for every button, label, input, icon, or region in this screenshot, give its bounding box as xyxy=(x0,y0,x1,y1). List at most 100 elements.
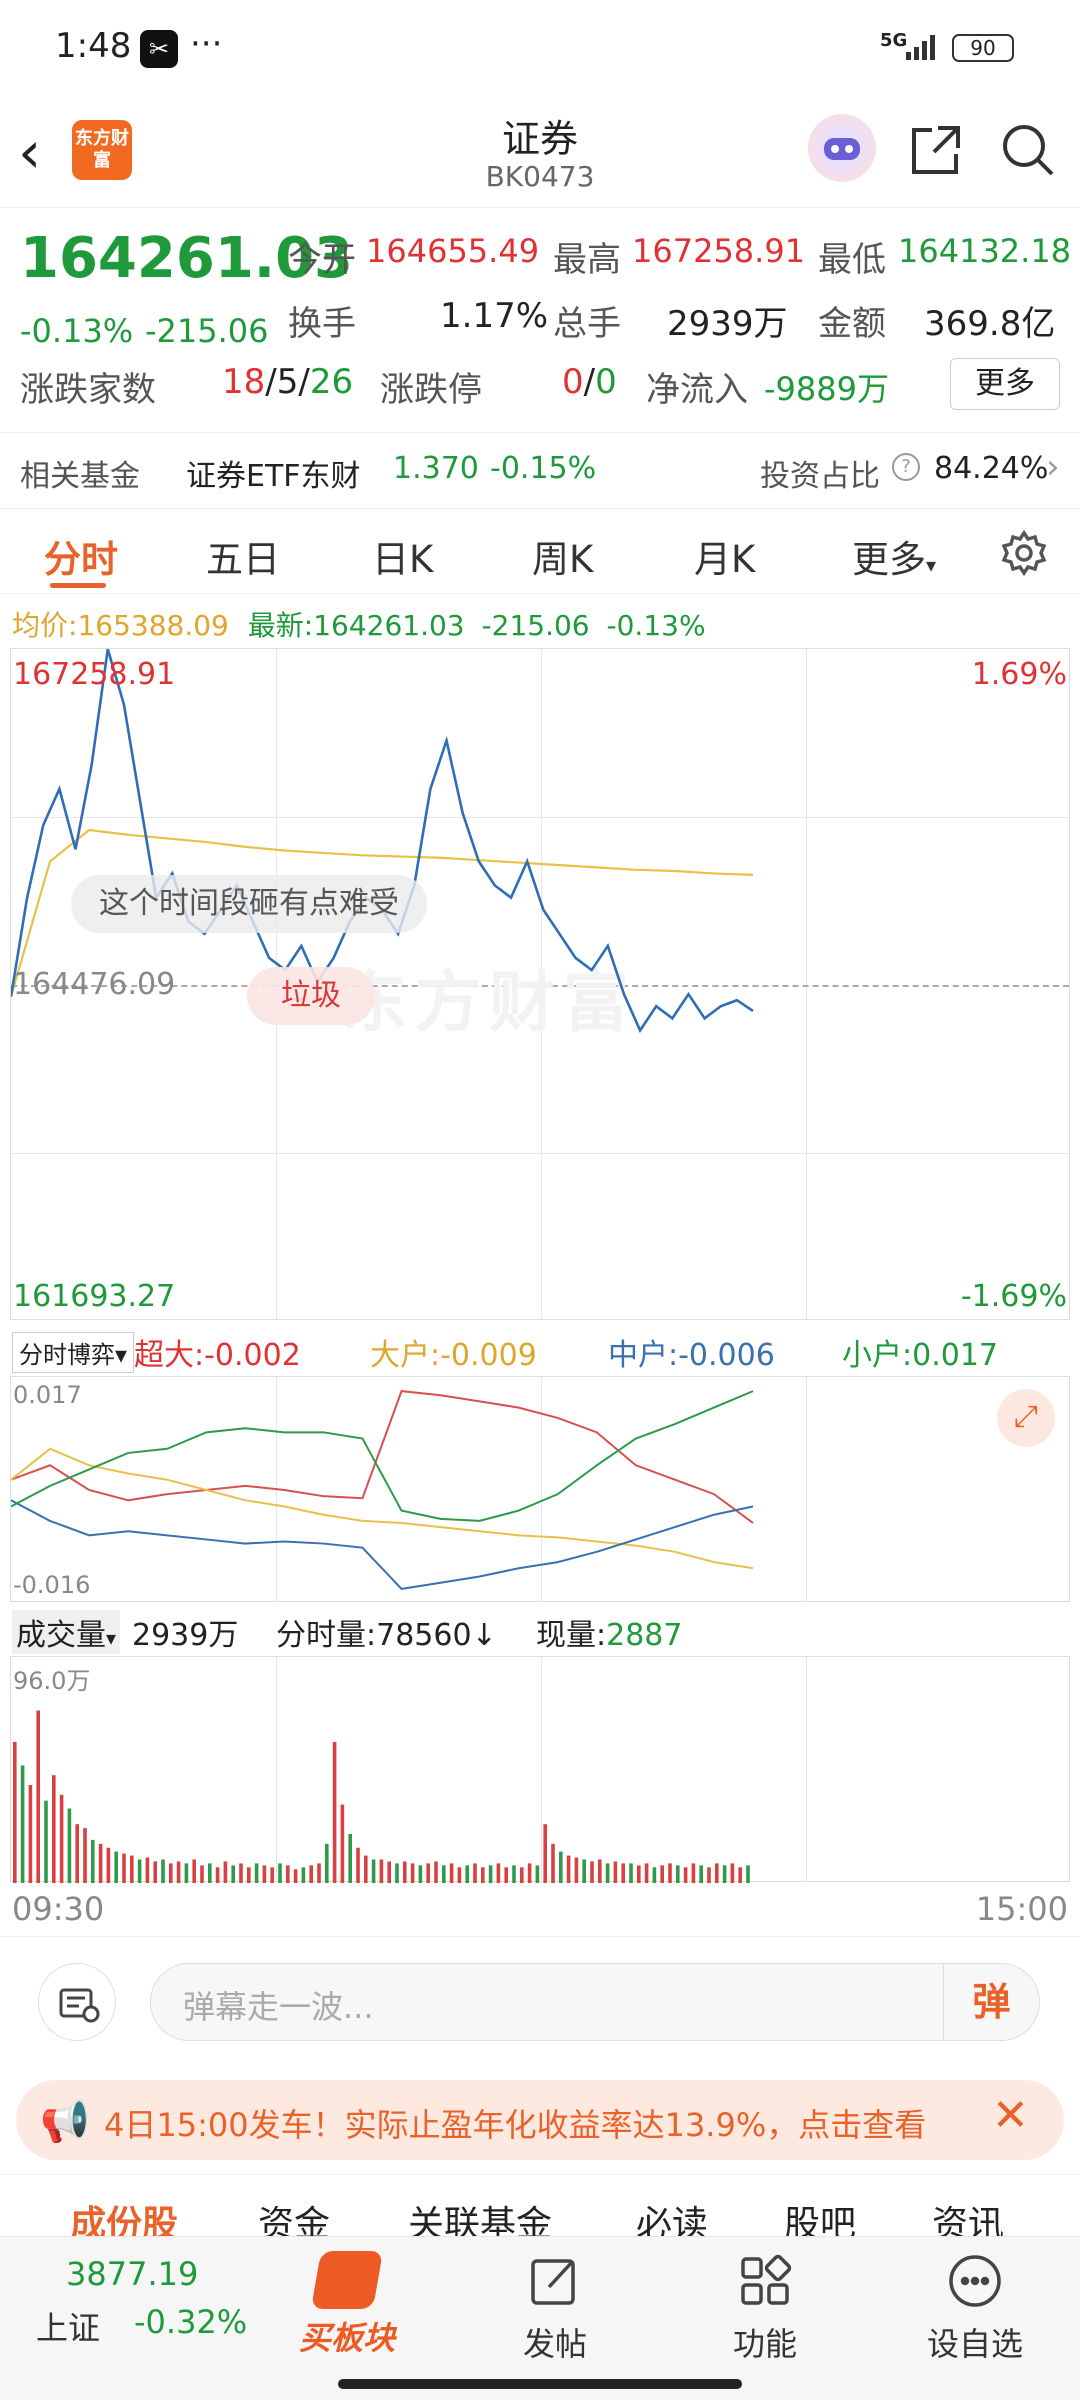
status-bar: 1:48 ✂ ··· 5G 90 xyxy=(0,0,1080,98)
volume-bar xyxy=(660,1865,664,1883)
volume-bar xyxy=(559,1851,563,1883)
fund-price: 1.370 xyxy=(393,451,479,486)
y-min-label: 161693.27 xyxy=(13,1279,176,1314)
volume-bar xyxy=(137,1859,142,1883)
volume-bar xyxy=(301,1867,306,1883)
volume-chart: 96.0万 xyxy=(10,1656,1070,1883)
volume-label: 总手 xyxy=(553,304,621,344)
danmu-settings-icon[interactable] xyxy=(38,1963,116,2041)
volume-bars-svg xyxy=(13,1710,750,1883)
intraday-chart[interactable]: 东方财富 167258.91 164476.09 161693.27 1.69%… xyxy=(10,648,1070,1320)
y-mid-label: 164476.09 xyxy=(13,967,176,1002)
grid-icon xyxy=(741,2254,792,2305)
open-value: 164655.49 xyxy=(366,232,540,270)
help-icon[interactable]: ? xyxy=(892,453,920,481)
add-watchlist-button[interactable]: 设自选 xyxy=(900,2251,1050,2365)
flow-selector[interactable]: 分时博弈▾ xyxy=(12,1332,135,1373)
mid-line xyxy=(11,1499,754,1590)
status-time: 1:48 xyxy=(55,26,132,66)
volume-bar xyxy=(192,1859,196,1883)
volume-bar xyxy=(676,1865,680,1883)
limit-label: 涨跌停 xyxy=(380,370,482,410)
flow-chart[interactable]: 0.017 -0.016 ⤢ xyxy=(10,1376,1070,1602)
post-button[interactable]: 发帖 xyxy=(480,2251,630,2365)
volume-bar xyxy=(208,1863,212,1883)
chart-info-line: 均价:165388.09 最新:164261.03 -215.06 -0.13% xyxy=(12,609,706,642)
fund-change: -0.15% xyxy=(490,451,597,486)
volume-bar xyxy=(449,1863,454,1883)
volume-bar xyxy=(535,1865,540,1883)
share-icon[interactable] xyxy=(906,120,966,184)
time-start: 09:30 xyxy=(12,1890,105,1928)
volume-bar xyxy=(418,1865,423,1883)
send-danmu-button[interactable]: 弹 xyxy=(943,1964,1039,2040)
volume-bar xyxy=(83,1828,87,1883)
low-label: 最低 xyxy=(818,240,886,280)
nav-bar: ‹ 东方财富 证券 BK0473 xyxy=(0,98,1080,208)
volume-bar xyxy=(707,1867,711,1883)
limit-values: 0/0 xyxy=(562,362,617,402)
battery-icon: 90 xyxy=(952,34,1014,62)
more-button[interactable]: 更多 xyxy=(950,358,1060,410)
tab-more[interactable]: 更多▾ xyxy=(852,529,936,583)
volume-bar xyxy=(75,1824,79,1883)
volume-bar xyxy=(426,1863,430,1883)
change-pct: -0.13% xyxy=(20,312,134,350)
settings-gear-icon[interactable] xyxy=(1000,529,1048,581)
volume-bar xyxy=(379,1859,384,1883)
high-value: 167258.91 xyxy=(632,232,806,270)
volume-bar xyxy=(566,1855,571,1883)
volume-bar xyxy=(722,1865,727,1883)
volume-bar xyxy=(223,1861,228,1883)
promo-banner[interactable]: 📢 4日15:00发车！实际止盈年化收益率达13.9%，点击查看 ✕ xyxy=(16,2080,1064,2160)
netflow-label: 净流入 xyxy=(646,370,748,410)
related-fund-row[interactable]: 相关基金 证券ETF东财 1.370 -0.15% 投资占比 ? 84.24% … xyxy=(0,432,1080,508)
tab-monthly-k[interactable]: 月K xyxy=(694,529,755,583)
tab-daily-k[interactable]: 日K xyxy=(372,529,433,583)
bottom-nav: 3877.19 上证 -0.32% 买板块 发帖 功能 设自选 xyxy=(0,2236,1080,2400)
tab-intraday[interactable]: 分时 xyxy=(44,529,118,583)
volume-bar xyxy=(410,1863,415,1883)
flow-ymin: -0.016 xyxy=(13,1571,91,1599)
danmu-bubble: 这个时间段砸有点难受 xyxy=(71,875,427,933)
danmu-input[interactable]: 弹幕走一波... 弹 xyxy=(150,1963,1040,2041)
fund-name: 证券ETF东财 xyxy=(186,459,361,494)
pct-min-label: -1.69% xyxy=(960,1279,1067,1314)
amount-value: 369.8亿 xyxy=(924,304,1056,344)
volume-bar xyxy=(262,1865,267,1883)
volume-bar xyxy=(512,1865,516,1883)
fund-label: 相关基金 xyxy=(20,459,140,494)
flow-ymax: 0.017 xyxy=(13,1381,82,1409)
tab-five-day[interactable]: 五日 xyxy=(206,529,280,583)
turnover-label: 换手 xyxy=(288,304,356,344)
volume-bar xyxy=(574,1857,579,1883)
volume-bar xyxy=(106,1847,111,1883)
close-icon[interactable]: ✕ xyxy=(992,2090,1029,2141)
search-icon[interactable] xyxy=(998,120,1058,184)
volume-bar xyxy=(20,1765,25,1883)
high-label: 最高 xyxy=(553,240,621,280)
y-max-label: 167258.91 xyxy=(13,657,176,692)
volume-bar xyxy=(590,1861,594,1883)
low-value: 164132.18 xyxy=(898,232,1072,270)
volume-selector[interactable]: 成交量▾ xyxy=(12,1610,121,1654)
volume-bar xyxy=(387,1861,391,1883)
home-indicator xyxy=(338,2379,742,2389)
volume-bar xyxy=(434,1861,438,1883)
volume-bar xyxy=(442,1865,446,1883)
robot-assistant-icon[interactable] xyxy=(808,114,876,182)
buy-sector-button[interactable]: 买板块 xyxy=(272,2251,422,2359)
megaphone-icon: 📢 xyxy=(40,2099,90,2145)
volume-bar xyxy=(699,1865,703,1883)
tab-weekly-k[interactable]: 周K xyxy=(532,529,593,583)
expand-icon[interactable]: ⤢ xyxy=(997,1389,1055,1447)
functions-button[interactable]: 功能 xyxy=(690,2251,840,2365)
volume-bar xyxy=(598,1859,602,1883)
volume-bar xyxy=(247,1867,251,1883)
pct-max-label: 1.69% xyxy=(971,657,1067,692)
netflow-value: -9889万 xyxy=(764,370,889,408)
index-ticker[interactable]: 3877.19 上证 -0.32% xyxy=(0,2255,250,2375)
volume-bar xyxy=(184,1863,189,1883)
volume-bar xyxy=(668,1863,672,1883)
flow-legend: 分时博弈▾ 超大:-0.002 大户:-0.009 中户:-0.006 小户:0… xyxy=(12,1330,1072,1373)
